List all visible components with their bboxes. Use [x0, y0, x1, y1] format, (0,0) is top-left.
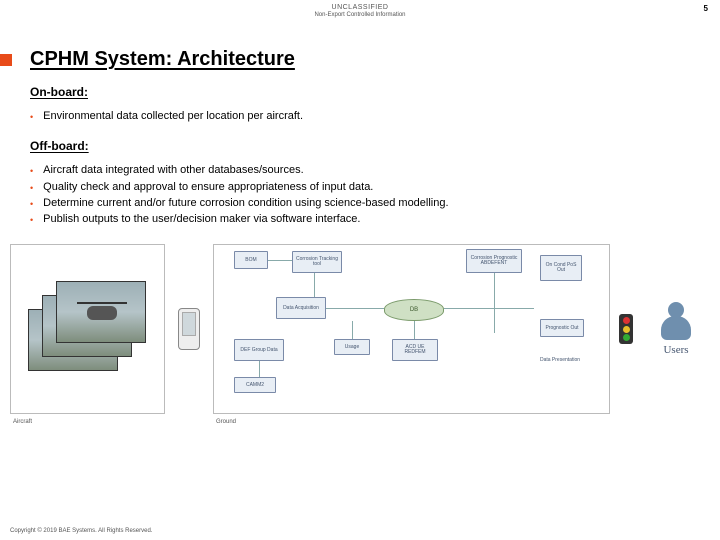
pda-icon	[178, 308, 200, 350]
connector	[314, 273, 315, 297]
offboard-heading: Off-board:	[30, 139, 690, 153]
connector	[326, 308, 384, 309]
connector	[268, 260, 292, 261]
node-on-cond-out: On Cond PoS Out	[540, 255, 582, 281]
users-area: Users	[642, 244, 710, 414]
connector	[352, 321, 353, 339]
aircraft-panel: Aircraft	[10, 244, 165, 414]
node-bom: BOM	[234, 251, 268, 269]
classification-label: UNCLASSIFIED	[0, 4, 720, 12]
architecture-diagram: Aircraft BOM Corrosion Tracking tool Cor…	[0, 244, 720, 414]
connector	[494, 273, 495, 333]
bullet-icon: •	[30, 196, 33, 212]
connector	[414, 321, 415, 339]
bullet-text: Determine current and/or future corrosio…	[43, 196, 448, 212]
bullet-icon: •	[30, 180, 33, 196]
node-usage: Usage	[334, 339, 370, 355]
node-corrosion-tracking: Corrosion Tracking tool	[292, 251, 342, 273]
list-item: • Determine current and/or future corros…	[30, 196, 690, 212]
page-number: 5	[704, 4, 708, 13]
users-label: Users	[663, 344, 688, 356]
aircraft-panel-label: Aircraft	[13, 419, 32, 425]
node-data-presentation: Data Presentation	[532, 349, 588, 371]
ground-panel-label: Ground	[216, 419, 236, 425]
bullet-icon: •	[30, 109, 33, 125]
node-corrosion-prognostic: Corrosion Prognostic ABDEFENT	[466, 249, 522, 273]
node-def-group: DEF Group Data	[234, 339, 284, 361]
list-item: • Environmental data collected per locat…	[30, 109, 690, 125]
helicopter-photo	[56, 281, 146, 343]
bullet-icon: •	[30, 212, 33, 228]
bullet-text: Aircraft data integrated with other data…	[43, 163, 303, 179]
onboard-heading: On-board:	[30, 85, 690, 99]
connector	[259, 361, 260, 377]
export-control-label: Non-Export Controlled Information	[0, 12, 720, 19]
node-camm2: CAMM2	[234, 377, 276, 393]
content-area: On-board: • Environmental data collected…	[0, 85, 720, 228]
bullet-text: Quality check and approval to ensure app…	[43, 180, 373, 196]
helicopter-icon	[77, 292, 127, 330]
list-item: • Quality check and approval to ensure a…	[30, 180, 690, 196]
connector	[444, 308, 534, 309]
offboard-bullets: • Aircraft data integrated with other da…	[30, 163, 690, 228]
bullet-text: Environmental data collected per locatio…	[43, 109, 303, 125]
slide-header: UNCLASSIFIED Non-Export Controlled Infor…	[0, 0, 720, 18]
bullet-text: Publish outputs to the user/decision mak…	[43, 212, 360, 228]
node-database: DB	[384, 299, 444, 321]
traffic-light-column	[614, 244, 638, 414]
handheld-device	[169, 244, 209, 414]
traffic-light-icon	[619, 314, 633, 344]
node-acd: ACD UE REDFEM	[392, 339, 438, 361]
node-data-acquisition: Data Acquisition	[276, 297, 326, 319]
user-icon	[659, 302, 693, 342]
title-accent-box	[0, 54, 12, 66]
slide-title: CPHM System: Architecture	[30, 48, 295, 71]
list-item: • Publish outputs to the user/decision m…	[30, 212, 690, 228]
onboard-bullets: • Environmental data collected per locat…	[30, 109, 690, 125]
title-row: CPHM System: Architecture	[0, 48, 720, 71]
list-item: • Aircraft data integrated with other da…	[30, 163, 690, 179]
ground-panel: BOM Corrosion Tracking tool Corrosion Pr…	[213, 244, 610, 414]
aircraft-photo-stack	[28, 279, 148, 379]
node-prognostic-out: Prognostic Out	[540, 319, 584, 337]
copyright-footer: Copyright © 2019 BAE Systems. All Rights…	[10, 528, 152, 534]
bullet-icon: •	[30, 163, 33, 179]
